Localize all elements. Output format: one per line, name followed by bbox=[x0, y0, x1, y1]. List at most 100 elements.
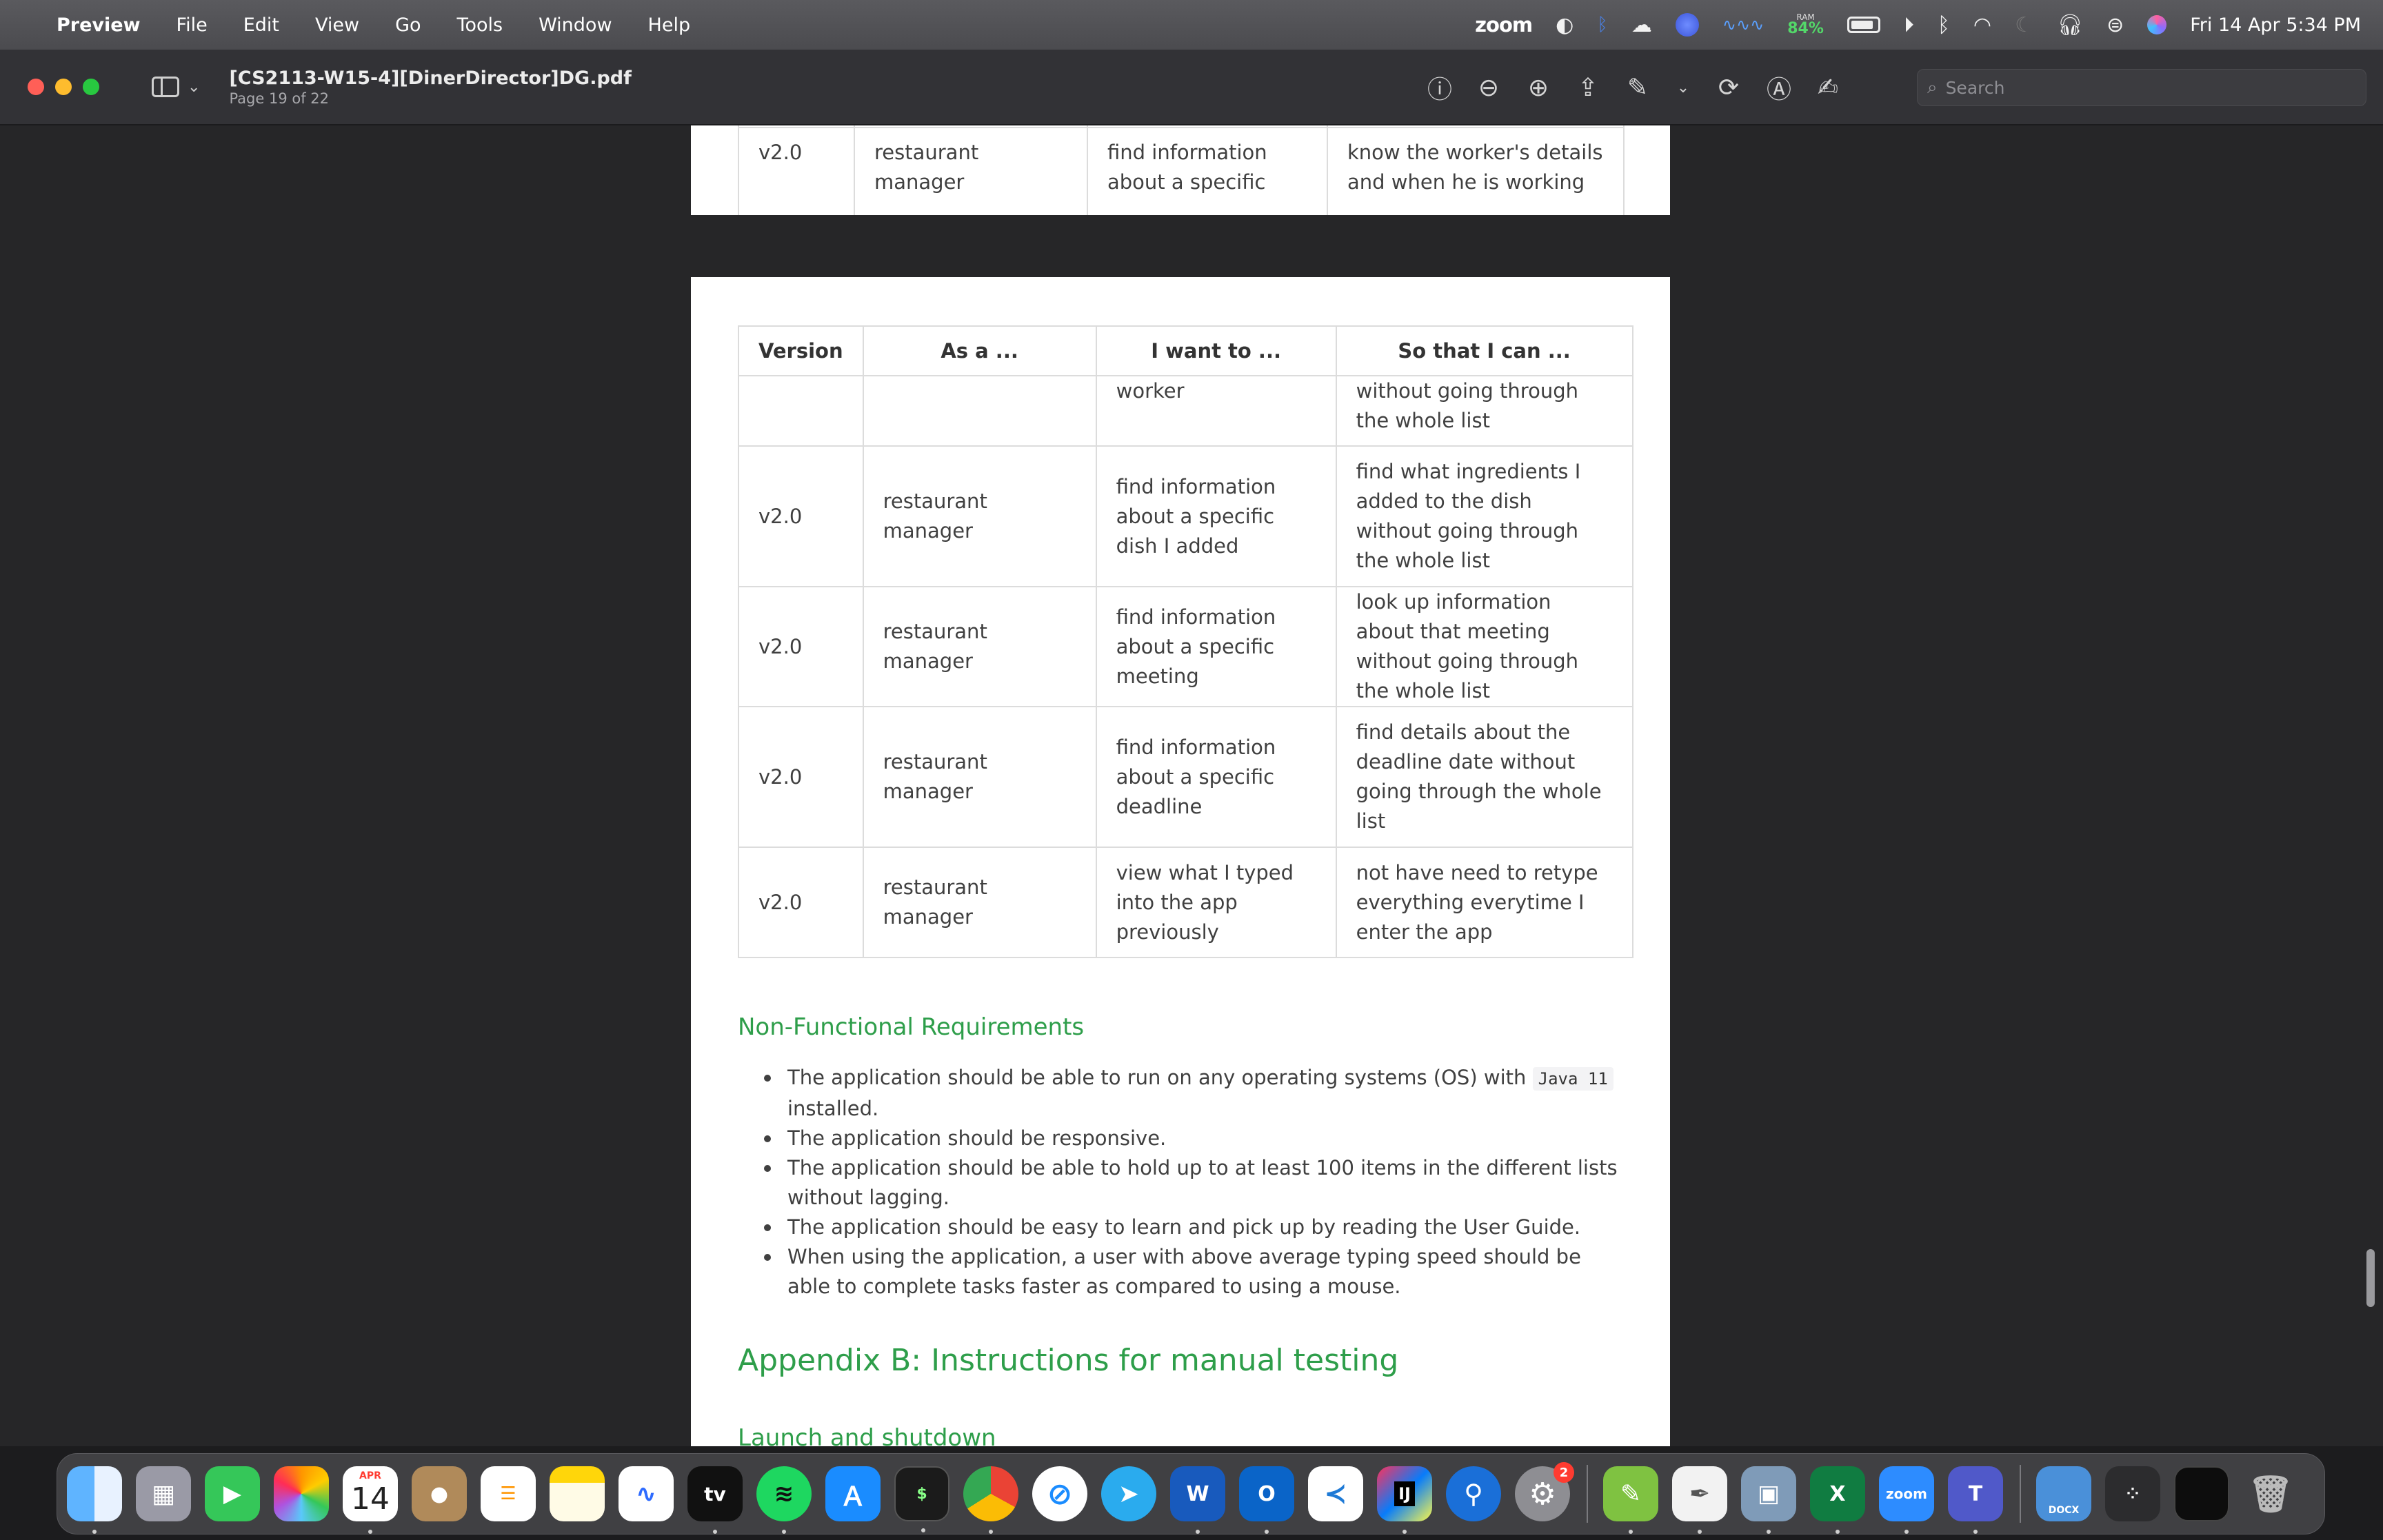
contacts-icon[interactable]: ● bbox=[412, 1466, 467, 1521]
reminders-icon[interactable]: ☰ bbox=[481, 1466, 536, 1521]
search-input[interactable] bbox=[1945, 77, 2332, 98]
calendar-month: APR bbox=[359, 1470, 381, 1481]
menu-file[interactable]: File bbox=[177, 14, 208, 36]
photos-icon[interactable] bbox=[274, 1466, 329, 1521]
fullscreen-window-button[interactable] bbox=[83, 79, 99, 95]
siri-icon[interactable] bbox=[2147, 15, 2167, 34]
outlook-icon[interactable]: O bbox=[1239, 1466, 1294, 1534]
pdf-page-current: Version As a ... I want to ... So that I… bbox=[691, 277, 1670, 1446]
cell-role: restaurant manager bbox=[862, 445, 1097, 587]
calendar-icon[interactable]: APR 14 bbox=[343, 1466, 398, 1534]
app-store-icon[interactable]: Ａ bbox=[825, 1466, 881, 1521]
finder-icon[interactable] bbox=[67, 1466, 122, 1534]
launchpad-icon[interactable]: ▦ bbox=[136, 1466, 191, 1521]
zoom-out-icon[interactable]: ⊖ bbox=[1477, 74, 1500, 102]
traffic-lights bbox=[28, 79, 110, 95]
notification-badge: 2 bbox=[1554, 1462, 1574, 1483]
rotate-icon[interactable]: ⟳ bbox=[1717, 74, 1740, 102]
table-row: v2.0 restaurant manager view what I type… bbox=[738, 847, 1633, 958]
safari-icon[interactable]: ⊘ bbox=[1032, 1466, 1087, 1521]
preview-icon[interactable]: ▣ bbox=[1741, 1466, 1796, 1534]
control-center-icon[interactable]: ⊜ bbox=[2107, 13, 2124, 37]
list-item: When using the application, a user with … bbox=[738, 1242, 1627, 1301]
zoom-in-icon[interactable]: ⊕ bbox=[1527, 74, 1550, 102]
status-orb-icon[interactable] bbox=[1675, 13, 1699, 37]
word-icon[interactable]: W bbox=[1170, 1466, 1225, 1534]
bluetooth-icon[interactable]: ᛒ bbox=[1938, 13, 1950, 37]
screenshot-stack-icon[interactable] bbox=[2174, 1466, 2229, 1521]
cell-want: worker bbox=[1095, 375, 1337, 447]
excel-icon[interactable]: X bbox=[1810, 1466, 1865, 1534]
dock-separator bbox=[1587, 1465, 1588, 1523]
cloud-icon[interactable]: ☁ bbox=[1631, 13, 1652, 37]
menu-app-preview[interactable]: Preview bbox=[57, 14, 141, 36]
textedit-icon[interactable]: ✒ bbox=[1672, 1466, 1727, 1534]
cell-so-that: find details about the deadline date wit… bbox=[1335, 706, 1633, 848]
header-so-that: So that I can ... bbox=[1335, 325, 1633, 376]
apple-tv-icon[interactable]: tv bbox=[687, 1466, 743, 1534]
spotify-icon[interactable]: ≋ bbox=[756, 1466, 812, 1534]
document-viewport[interactable]: v2.0 restaurant manager find information… bbox=[0, 125, 2383, 1446]
cell-so-that: not have need to retype everything every… bbox=[1335, 847, 1633, 958]
window-title-block: [CS2113-W15-4][DinerDirector]DG.pdf Page… bbox=[229, 68, 631, 107]
dock-separator bbox=[2020, 1465, 2021, 1523]
terminal-prompt: $ bbox=[916, 1485, 927, 1503]
annotate-icon[interactable]: Ⓐ bbox=[1767, 70, 1791, 105]
bluetooth-app-icon[interactable]: ᛒ bbox=[1597, 14, 1608, 35]
notes-icon[interactable] bbox=[550, 1466, 605, 1521]
menu-tools[interactable]: Tools bbox=[457, 14, 503, 36]
network-graph-icon[interactable]: ∿∿∿ bbox=[1722, 15, 1764, 34]
battery-icon[interactable] bbox=[1847, 17, 1880, 33]
wifi-icon[interactable]: ◠ bbox=[1973, 13, 1991, 37]
close-window-button[interactable] bbox=[28, 79, 44, 95]
telegram-icon[interactable]: ➤ bbox=[1101, 1466, 1156, 1521]
trash-icon[interactable]: 🗑︎ bbox=[2243, 1466, 2298, 1521]
search-field[interactable]: ⌕ bbox=[1917, 69, 2366, 106]
sidebar-toggle-button[interactable]: ⌄ bbox=[152, 77, 200, 97]
grapher-icon[interactable]: ✎ bbox=[1603, 1466, 1658, 1534]
chrome-icon[interactable] bbox=[963, 1466, 1018, 1534]
menu-view[interactable]: View bbox=[315, 14, 359, 36]
menu-go[interactable]: Go bbox=[395, 14, 421, 36]
cell-role: restaurant manager bbox=[862, 847, 1097, 958]
toolbar-tools: ⓘ ⊖ ⊕ ⇪ ✎ ⌄ ⟳ Ⓐ ✍ bbox=[1427, 50, 1866, 125]
clock-datetime[interactable]: Fri 14 Apr 5:34 PM bbox=[2190, 14, 2361, 36]
terminal-icon[interactable]: $ bbox=[894, 1466, 949, 1532]
freeform-icon[interactable]: ∿ bbox=[619, 1466, 674, 1521]
zoom-app-icon[interactable]: zoom bbox=[1879, 1466, 1934, 1534]
intellij-letters: IJ bbox=[1394, 1481, 1415, 1506]
ram-monitor[interactable]: RAM 84% bbox=[1787, 13, 1824, 37]
headphones-icon[interactable]: 🎧︎ bbox=[2057, 13, 2083, 37]
minimize-window-button[interactable] bbox=[55, 79, 72, 95]
vscode-icon[interactable]: ≺ bbox=[1308, 1466, 1363, 1521]
location-app-icon[interactable]: ⚲ bbox=[1446, 1466, 1501, 1521]
menu-window[interactable]: Window bbox=[539, 14, 612, 36]
zoom-status-icon[interactable]: zoom bbox=[1475, 13, 1533, 37]
menu-help[interactable]: Help bbox=[648, 14, 691, 36]
vertical-scrollbar[interactable] bbox=[2366, 1249, 2375, 1307]
system-settings-icon[interactable]: ⚙ 2 bbox=[1515, 1462, 1574, 1521]
focus-moon-icon[interactable]: ☾ bbox=[2015, 13, 2033, 37]
cell-so-that: find what ingredients I added to the dis… bbox=[1335, 445, 1633, 587]
zoom-label: zoom bbox=[1886, 1486, 1927, 1502]
outlook-letter: O bbox=[1258, 1481, 1276, 1506]
cell-version: v2.0 bbox=[738, 445, 864, 587]
play-icon[interactable]: ⏵ bbox=[1904, 13, 1914, 37]
cell-role: restaurant manager bbox=[862, 706, 1097, 848]
markup-pen-icon[interactable]: ✎ bbox=[1626, 74, 1649, 102]
sign-icon[interactable]: ✍ bbox=[1816, 74, 1840, 102]
facetime-icon[interactable]: ▶ bbox=[205, 1466, 260, 1521]
info-icon[interactable]: ⓘ bbox=[1427, 70, 1452, 105]
recent-stack-icon[interactable]: ⁘ bbox=[2105, 1466, 2160, 1521]
share-icon[interactable]: ⇪ bbox=[1576, 74, 1600, 102]
intellij-icon[interactable]: IJ bbox=[1377, 1466, 1432, 1534]
cell-so-that: know the worker's details and when he is… bbox=[1327, 127, 1625, 215]
teams-icon[interactable]: T bbox=[1948, 1466, 2003, 1534]
header-as-a: As a ... bbox=[862, 325, 1097, 376]
downloads-folder-icon[interactable]: DOCX bbox=[2036, 1466, 2091, 1521]
header-i-want-to: I want to ... bbox=[1095, 325, 1337, 376]
appendix-b-heading: Appendix B: Instructions for manual test… bbox=[738, 1343, 1399, 1378]
menu-edit[interactable]: Edit bbox=[243, 14, 279, 36]
contrast-icon[interactable]: ◐ bbox=[1556, 13, 1573, 37]
markup-chevron-icon[interactable]: ⌄ bbox=[1676, 79, 1691, 97]
